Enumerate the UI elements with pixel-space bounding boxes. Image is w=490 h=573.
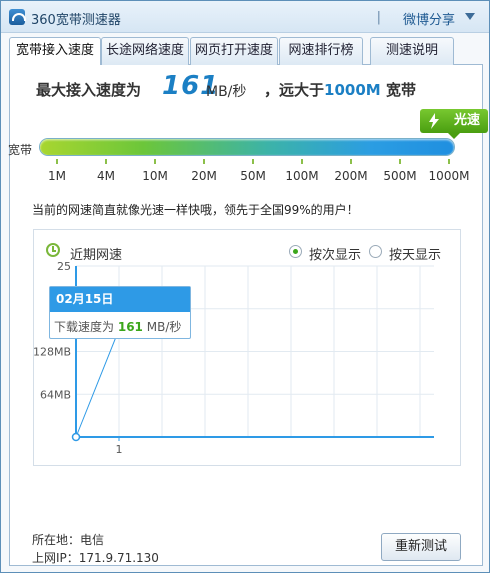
tab-long-distance-speed[interactable]: 长途网络速度: [101, 37, 189, 65]
tab-speed-ranking[interactable]: 网速排行榜: [279, 37, 363, 65]
bar-tick: [350, 159, 352, 164]
tab-webpage-speed[interactable]: 网页打开速度: [190, 37, 278, 65]
app-logo-icon: [9, 9, 26, 25]
y-tick-label: 64MB: [40, 388, 71, 401]
bar-tick: [399, 159, 401, 164]
location-info: 所在地：电信: [32, 533, 105, 547]
tooltip-body: 下载速度为 161 MB/秒: [54, 320, 182, 334]
bar-tick-label: 20M: [191, 169, 217, 183]
y-tick-label: 128MB: [34, 346, 71, 359]
location-value: 电信: [80, 533, 105, 547]
bar-tick: [203, 159, 205, 164]
tooltip-value: 161: [117, 320, 143, 334]
share-separator: |: [376, 10, 381, 25]
bar-tick-label: 10M: [142, 169, 168, 183]
speed-prefix: 最大接入速度为: [36, 81, 142, 99]
bar-tick: [252, 159, 254, 164]
bar-tick-label: 1M: [48, 169, 66, 183]
title-bar: 360宽带测速器 | 微博分享: [1, 1, 489, 33]
tooltip-date: 02月15日: [50, 287, 190, 312]
speed-level-badge: 光速: [420, 109, 488, 139]
main-panel: 最大接入速度为 161 MB/秒 ，远大于1000M 宽带 光速 宽带 1M 4…: [8, 65, 488, 566]
y-tick-label: 25: [57, 260, 71, 273]
result-message: 当前的网速简直就像光速一样快哦，领先于全国99%的用户！: [32, 203, 359, 217]
speed-unit: MB/秒: [206, 84, 247, 100]
speed-line-plot: 64MB128MB19251: [34, 260, 434, 456]
bar-tick-label: 200M: [334, 169, 368, 183]
x-tick-label: 1: [116, 443, 123, 456]
tab-bar: 宽带接入速度 长途网络速度 网页打开速度 网速排行榜 测速说明: [9, 37, 483, 66]
bar-tick-label: 1000M: [428, 169, 470, 183]
tab-speed-help[interactable]: 测速说明: [370, 37, 454, 65]
bar-tick: [56, 159, 58, 164]
lightning-icon: [429, 113, 439, 129]
bar-tick: [301, 159, 303, 164]
bar-tick: [105, 159, 107, 164]
data-point: [71, 432, 81, 442]
chevron-down-icon[interactable]: [465, 13, 475, 20]
retest-button[interactable]: 重新测试: [381, 533, 461, 561]
bar-tick-label: 500M: [383, 169, 417, 183]
comparison-value: 1000M: [324, 81, 381, 99]
bar-tick-label: 50M: [240, 169, 266, 183]
bandwidth-bar-label: 宽带: [8, 143, 33, 157]
window-title: 360宽带测速器: [31, 13, 121, 28]
bandwidth-bar: [40, 139, 454, 155]
bar-tick: [448, 159, 450, 164]
ip-info: 上网IP：171.9.71.130: [32, 551, 159, 565]
series-line: [75, 329, 120, 438]
speed-comparison: ，远大于1000M 宽带: [264, 81, 416, 99]
bar-tick-label: 4M: [97, 169, 115, 183]
bar-tick-label: 100M: [285, 169, 319, 183]
bar-tick: [154, 159, 156, 164]
ip-value: 171.9.71.130: [78, 551, 159, 565]
app-window: 360宽带测速器 | 微博分享 宽带接入速度 长途网络速度 网页打开速度 网速排…: [0, 0, 490, 573]
tab-access-speed[interactable]: 宽带接入速度: [9, 37, 101, 66]
recent-speed-chart: 近期网速 按次显示 按天显示 64MB128MB19251 02月15日 下载速…: [33, 229, 461, 466]
weibo-share-link[interactable]: 微博分享: [403, 9, 455, 28]
data-point-tooltip: 02月15日 下载速度为 161 MB/秒: [49, 286, 191, 339]
